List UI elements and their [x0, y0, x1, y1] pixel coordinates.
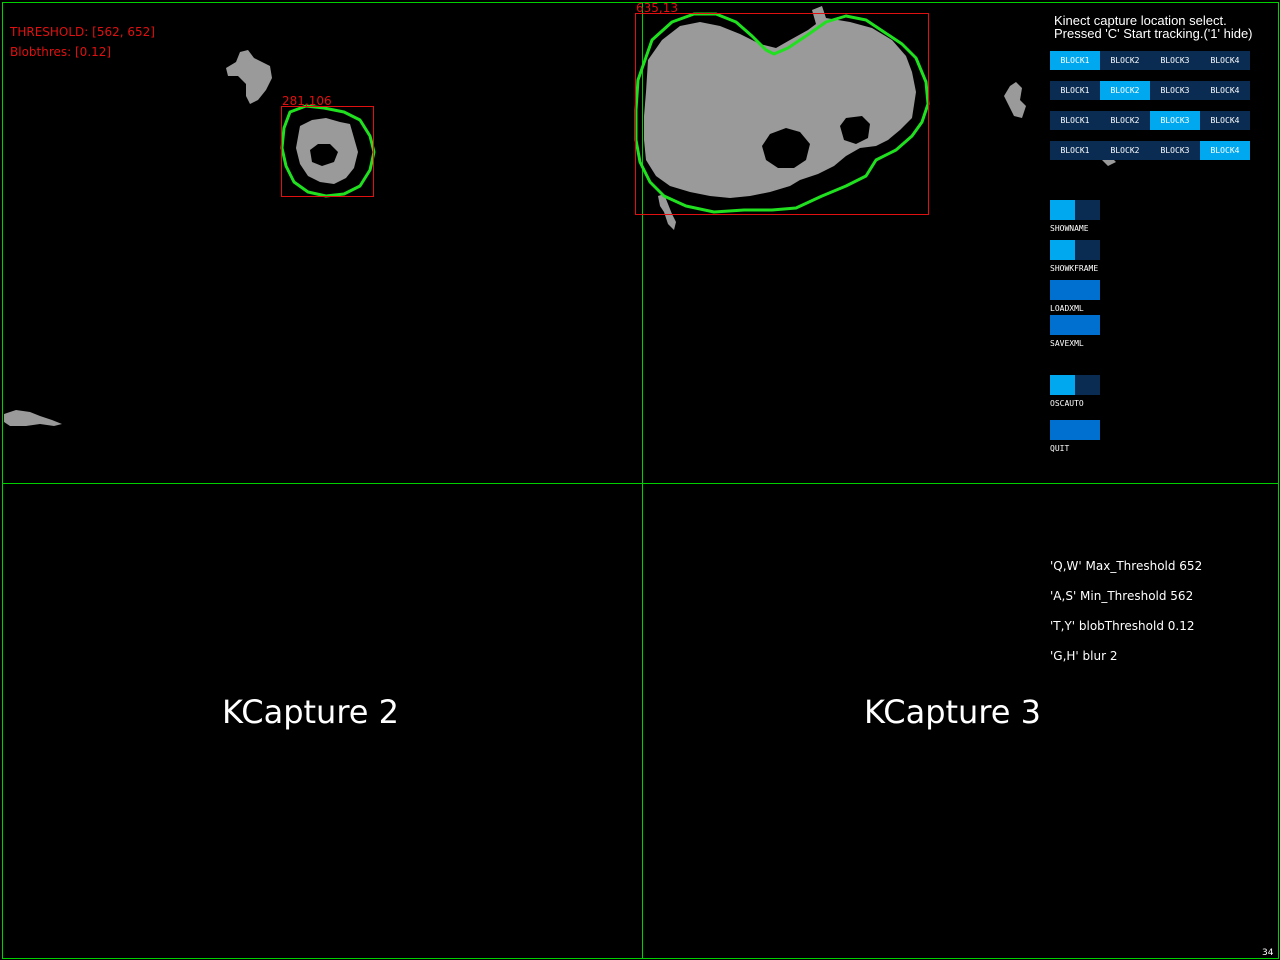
row3-block3-button[interactable]: BLOCK3	[1150, 111, 1200, 130]
block-row-4: BLOCK1 BLOCK2 BLOCK3 BLOCK4	[1050, 141, 1250, 160]
depth-blob-small-3	[1004, 82, 1026, 118]
savexml-button[interactable]	[1050, 315, 1100, 335]
showkframe-label: SHOWKFRAME	[1050, 264, 1099, 273]
blob-2-label: 635,13	[636, 1, 678, 15]
block-row-3: BLOCK1 BLOCK2 BLOCK3 BLOCK4	[1050, 111, 1250, 130]
help-blur: 'G,H' blur 2	[1050, 649, 1118, 663]
depth-blob-small-1	[226, 50, 272, 104]
depth-blobs	[4, 6, 1116, 426]
oscauto-toggle-fill	[1050, 375, 1075, 395]
fps-counter: 34	[1262, 948, 1274, 958]
depth-blob-small-2	[4, 410, 62, 426]
oscauto-label: OSCAUTO	[1050, 399, 1084, 408]
depth-blob-person-2	[644, 6, 916, 198]
block-row-2: BLOCK1 BLOCK2 BLOCK3 BLOCK4	[1050, 81, 1250, 100]
row1-block2-button[interactable]: BLOCK2	[1100, 51, 1150, 70]
showkframe-toggle[interactable]	[1050, 240, 1100, 260]
quit-button[interactable]	[1050, 420, 1100, 440]
kcapture-2-label: KCapture 2	[222, 693, 399, 731]
row2-block2-button[interactable]: BLOCK2	[1100, 81, 1150, 100]
row4-block3-button[interactable]: BLOCK3	[1150, 141, 1200, 160]
row1-block3-button[interactable]: BLOCK3	[1150, 51, 1200, 70]
blob-1-label: 281,106	[282, 94, 332, 108]
row2-block4-button[interactable]: BLOCK4	[1200, 81, 1250, 100]
row4-block1-button[interactable]: BLOCK1	[1050, 141, 1100, 160]
oscauto-toggle[interactable]	[1050, 375, 1100, 395]
row1-block4-button[interactable]: BLOCK4	[1200, 51, 1250, 70]
row4-block4-button[interactable]: BLOCK4	[1200, 141, 1250, 160]
controls-title-line2: Pressed 'C' Start tracking.('1' hide)	[1054, 26, 1253, 41]
quit-label: QUIT	[1050, 444, 1070, 453]
showname-label: SHOWNAME	[1050, 224, 1089, 233]
threshold-readout: THRESHOLD: [562, 652]	[10, 25, 155, 39]
kcapture-3-label: KCapture 3	[864, 693, 1041, 731]
row2-block1-button[interactable]: BLOCK1	[1050, 81, 1100, 100]
row3-block4-button[interactable]: BLOCK4	[1200, 111, 1250, 130]
showname-toggle-fill	[1050, 200, 1075, 220]
row1-block1-button[interactable]: BLOCK1	[1050, 51, 1100, 70]
row4-block2-button[interactable]: BLOCK2	[1100, 141, 1150, 160]
help-blob-threshold: 'T,Y' blobThreshold 0.12	[1050, 619, 1195, 633]
row2-block3-button[interactable]: BLOCK3	[1150, 81, 1200, 100]
block-row-1: BLOCK1 BLOCK2 BLOCK3 BLOCK4	[1050, 51, 1250, 70]
help-max-threshold: 'Q,W' Max_Threshold 652	[1050, 559, 1203, 573]
row3-block1-button[interactable]: BLOCK1	[1050, 111, 1100, 130]
help-min-threshold: 'A,S' Min_Threshold 562	[1050, 589, 1194, 603]
blobthres-readout: Blobthres: [0.12]	[10, 45, 112, 59]
loadxml-button[interactable]	[1050, 280, 1100, 300]
showname-toggle[interactable]	[1050, 200, 1100, 220]
showkframe-toggle-fill	[1050, 240, 1075, 260]
loadxml-label: LOADXML	[1050, 304, 1084, 313]
savexml-label: SAVEXML	[1050, 339, 1084, 348]
row3-block2-button[interactable]: BLOCK2	[1100, 111, 1150, 130]
